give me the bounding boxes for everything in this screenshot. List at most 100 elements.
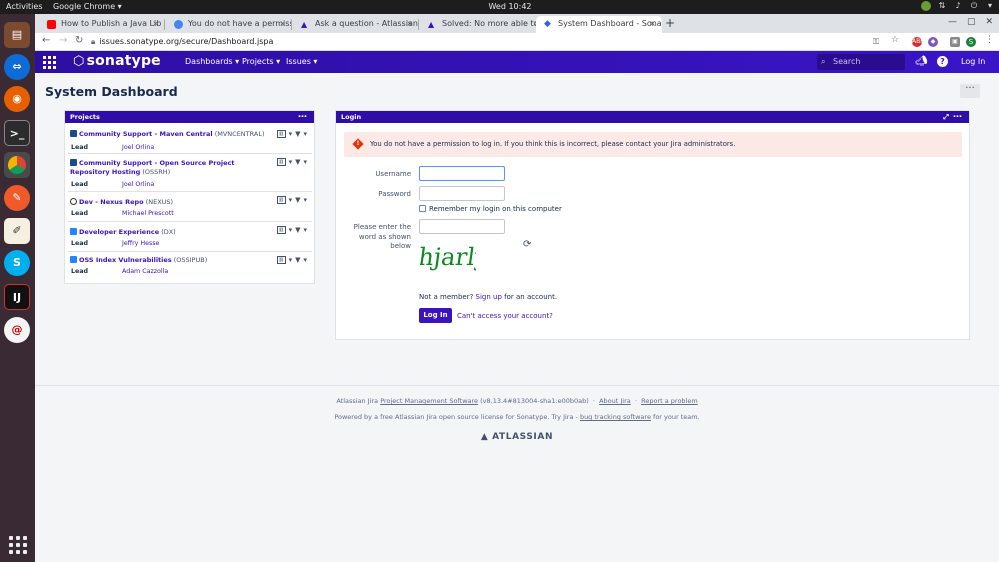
chevron-down-icon[interactable]: ▾ [289,130,293,138]
app-switcher-icon[interactable] [43,56,56,69]
filter-icon[interactable]: ▼ [295,158,300,166]
back-icon[interactable]: ← [42,35,50,46]
tab-0[interactable]: How to Publish a Java Lib × [39,16,165,33]
sonatype-logo[interactable]: ⬡ sonatype [73,53,161,69]
gadget-menu-icon[interactable]: … [298,109,307,121]
jira-link[interactable]: Jira [426,413,436,421]
project-link[interactable]: Dev - Nexus Repo [79,198,144,206]
report-problem-link[interactable]: Report a problem [641,397,698,405]
login-button[interactable]: Log In [419,308,452,323]
close-icon[interactable]: × [152,16,159,32]
close-icon[interactable]: × [406,16,413,32]
chevron-down-icon[interactable]: ▾ [289,226,293,234]
lead-link[interactable]: Michael Prescott [122,210,174,217]
activities-button[interactable]: Activities [6,2,43,11]
tab-1[interactable]: You do not have a permiss × [166,16,292,33]
postman-icon[interactable]: ✎ [4,185,30,211]
chevron-down-icon[interactable]: ▾ [303,158,307,166]
firefox-icon[interactable]: ◉ [4,86,30,112]
chrome-icon[interactable] [4,152,30,178]
volume-icon[interactable]: ♪ [953,1,963,11]
tab-3[interactable]: ▲ Solved: No more able to lo × [420,16,546,33]
tab-2[interactable]: ▲ Ask a question - Atlassian × [293,16,419,33]
filter-icon[interactable]: ▼ [295,196,300,204]
show-apps-icon[interactable] [9,536,27,554]
filter-icon[interactable]: ▼ [295,226,300,234]
app-icon[interactable]: @ [4,317,30,343]
megaphone-icon[interactable]: 📣︎ [915,56,928,67]
about-jira-link[interactable]: About Jira [599,397,631,405]
chart-icon[interactable]: ▥ [276,158,286,166]
teamviewer-icon[interactable]: ⇔ [4,54,30,80]
menu-icon[interactable]: ⋮ [985,35,994,45]
close-icon[interactable]: × [649,16,656,32]
update-icon[interactable] [921,1,931,11]
signup-link[interactable]: Sign up [476,293,502,301]
maximize-icon[interactable]: ▢ [967,17,976,27]
refresh-captcha-icon[interactable]: ⟳ [523,239,531,250]
remember-me-checkbox[interactable]: Remember my login on this computer [419,205,562,213]
system-tray[interactable]: ⇅ ♪ ⏻ ▾ [921,1,995,11]
gadget-menu-icon[interactable]: … [953,109,962,121]
lead-link[interactable]: Adam Cazzolla [122,268,168,275]
captcha-input[interactable] [419,219,505,234]
app-menu[interactable]: Google Chrome ▾ [53,2,122,11]
files-icon[interactable]: ▤ [4,22,30,48]
terminal-icon[interactable]: >_ [4,120,30,146]
chevron-down-icon[interactable]: ▾ [289,158,293,166]
lead-link[interactable]: Joel Orlina [122,181,154,188]
close-window-icon[interactable]: ✕ [985,17,993,27]
key-icon[interactable]: ⚿ [873,37,879,47]
chevron-down-icon[interactable]: ▾ [985,1,995,11]
bug-tracking-link[interactable]: bug tracking software [580,413,651,421]
header-login-link[interactable]: Log In [961,57,985,66]
pm-software-link[interactable]: Project Management Software [380,397,478,405]
cant-access-link[interactable]: Can't access your account? [457,312,553,320]
lead-link[interactable]: Jeffry Hesse [122,240,159,247]
chevron-down-icon[interactable]: ▾ [289,256,293,264]
tab-4-active[interactable]: ◆ System Dashboard - Sona × [536,16,662,33]
dashboards-menu[interactable]: Dashboards ▾ [185,57,239,66]
chevron-down-icon[interactable]: ▾ [303,196,307,204]
profile-avatar[interactable]: S [966,37,976,47]
password-input[interactable] [419,186,505,201]
checkbox-box[interactable] [419,205,426,212]
lock-icon[interactable]: 🔒︎ [91,37,95,46]
reload-icon[interactable]: ↻ [75,35,83,46]
new-tab-button[interactable]: + [665,16,675,30]
filter-icon[interactable]: ▼ [295,130,300,138]
network-icon[interactable]: ⇅ [937,1,947,11]
projects-menu[interactable]: Projects ▾ [242,57,280,66]
username-input[interactable] [419,166,505,181]
more-actions-button[interactable]: ··· [960,84,980,98]
project-link[interactable]: Developer Experience [79,228,159,236]
close-icon[interactable]: × [279,16,286,32]
search-input[interactable]: ⌕ Search [817,54,905,70]
chart-icon[interactable]: ▥ [276,256,286,264]
issues-menu[interactable]: Issues ▾ [286,57,317,66]
intellij-icon[interactable]: IJ [4,284,30,310]
chart-icon[interactable]: ▥ [276,196,286,204]
skype-icon[interactable]: S [4,250,30,276]
extension-icon[interactable]: ▣ [950,37,960,47]
expand-icon[interactable]: ⤢ [943,111,949,123]
project-link[interactable]: Community Support - Maven Central [79,130,213,138]
text-editor-icon[interactable]: ✐ [4,218,30,244]
chevron-down-icon[interactable]: ▾ [303,130,307,138]
chart-icon[interactable]: ▥ [276,130,286,138]
forward-icon[interactable]: → [59,35,67,46]
star-icon[interactable]: ☆ [891,35,899,45]
filter-icon[interactable]: ▼ [295,256,300,264]
url-bar[interactable]: 🔒︎ issues.sonatype.org/secure/Dashboard.j… [91,35,911,49]
help-icon[interactable]: ? [937,56,948,67]
adblock-icon[interactable]: ABP [912,37,924,47]
chevron-down-icon[interactable]: ▾ [289,196,293,204]
chart-icon[interactable]: ▥ [276,226,286,234]
extension-icon[interactable]: ◆ [928,37,938,47]
atlassian-logo[interactable]: ▲ ATLASSIAN [35,432,999,442]
project-link[interactable]: OSS Index Vulnerabilities [79,256,172,264]
minimize-icon[interactable]: — [948,17,957,27]
clock[interactable]: Wed 10:42 [480,2,540,11]
chevron-down-icon[interactable]: ▾ [303,226,307,234]
power-icon[interactable]: ⏻ [969,1,979,11]
